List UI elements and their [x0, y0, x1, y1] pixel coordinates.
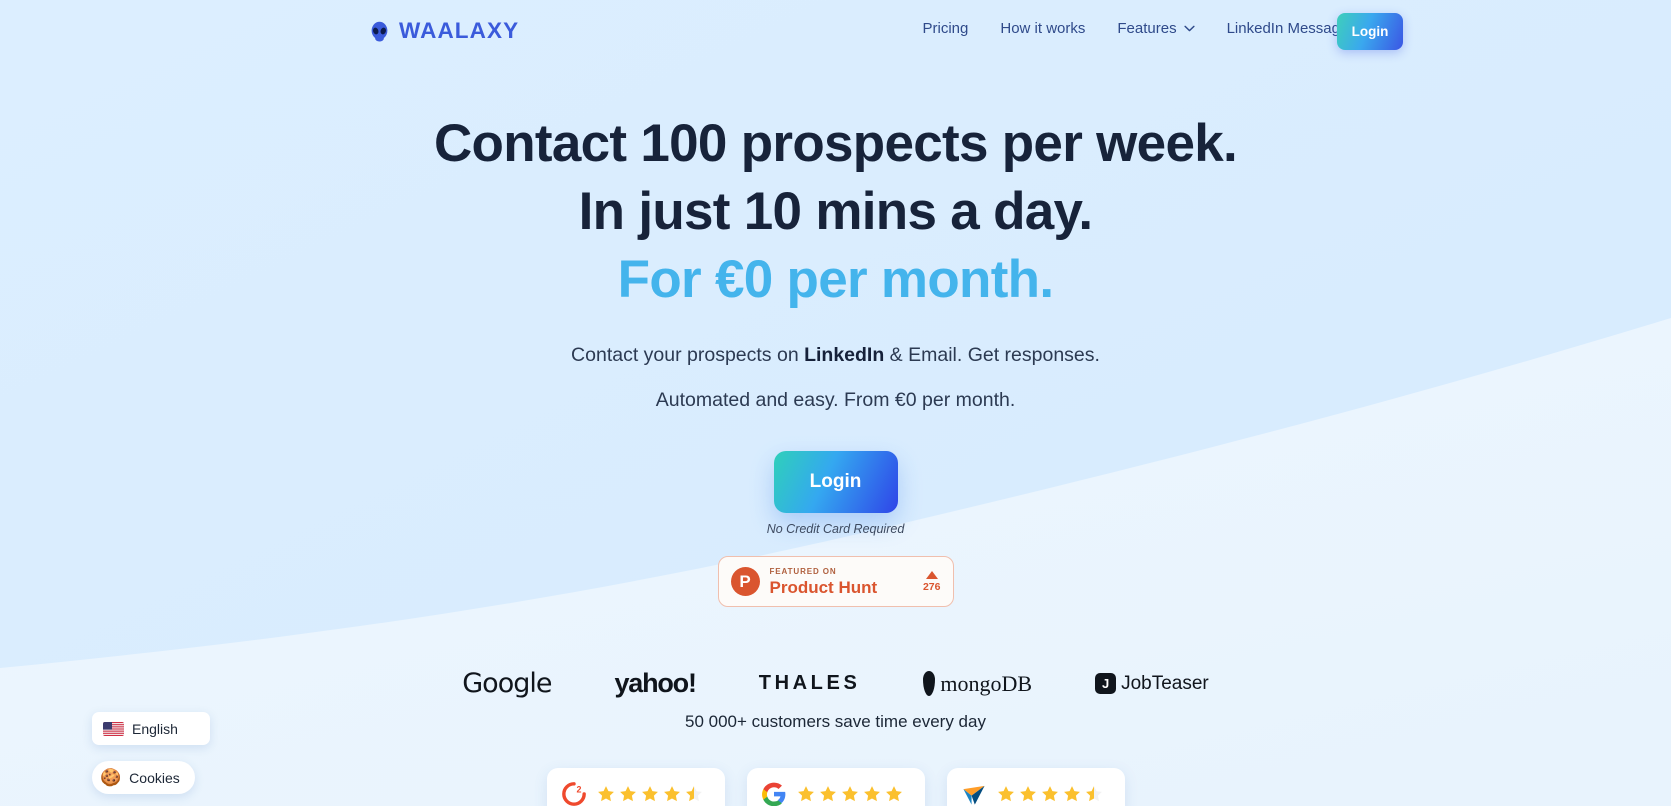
logo-yahoo-label: yahoo!: [614, 668, 697, 698]
google-logo-icon: [761, 782, 785, 806]
upvote-count: 276: [922, 580, 941, 593]
logo-mongodb: mongoDB: [923, 671, 1032, 697]
star-icon: [797, 786, 814, 802]
review-card-google[interactable]: [746, 768, 925, 806]
nav-item-how-it-works[interactable]: How it works: [1000, 20, 1085, 37]
star-icon: [619, 786, 636, 802]
us-flag-icon: [103, 721, 124, 736]
product-hunt-name: Product Hunt: [769, 577, 878, 597]
headline-line-2: In just 10 mins a day.: [578, 182, 1094, 241]
subtitle-text-pre: Contact your prospects on: [571, 344, 805, 366]
login-button-header[interactable]: Login: [1337, 13, 1403, 50]
product-hunt-text: FEATURED ON Product Hunt: [769, 566, 913, 597]
cookies-label: Cookies: [129, 769, 180, 786]
no-credit-card-note: No Credit Card Required: [766, 522, 905, 536]
chevron-down-icon: [1183, 25, 1195, 32]
logo-google-label: Google: [462, 668, 552, 699]
product-hunt-upvotes: 276: [922, 570, 941, 593]
logo-mongodb-label: mongoDB: [940, 670, 1033, 696]
star-icon: [1063, 786, 1080, 802]
nav-item-label: How it works: [1000, 20, 1086, 37]
star-rating-g2: [596, 784, 704, 804]
star-icon: [863, 786, 880, 802]
cookie-icon: 🍪: [100, 768, 122, 787]
product-hunt-logo-icon: P: [730, 567, 760, 596]
star-rating-capterra: [996, 784, 1104, 804]
star-icon: [841, 786, 858, 802]
logo-yahoo: yahoo!: [614, 668, 697, 699]
review-cards-row: 2: [546, 768, 1125, 806]
logo-thales: THALES: [759, 672, 861, 695]
nav-item-pricing[interactable]: Pricing: [923, 20, 969, 37]
star-icon: [1019, 786, 1036, 802]
hero-subtitle-line-2: Automated and easy. From €0 per month.: [655, 389, 1016, 411]
review-card-capterra[interactable]: [946, 768, 1125, 806]
page-title: Contact 100 prospects per week. In just …: [0, 110, 1671, 314]
cookies-button[interactable]: 🍪 Cookies: [92, 761, 195, 794]
nav-item-features[interactable]: Features: [1117, 20, 1195, 37]
subtitle-text-post: & Email. Get responses.: [884, 344, 1100, 366]
nav-item-label: Pricing: [922, 20, 969, 37]
star-rating-google: [796, 784, 904, 804]
login-cta-button[interactable]: Login: [773, 451, 898, 513]
hero-subtitle-line-1: Contact your prospects on LinkedIn & Ema…: [0, 342, 1671, 369]
svg-text:2: 2: [576, 784, 581, 794]
star-icon: [819, 786, 836, 802]
star-icon: [597, 786, 614, 802]
star-half-icon: [1085, 786, 1102, 802]
customer-logos-row: Google yahoo! THALES mongoDB J JobTeaser: [0, 668, 1671, 699]
nav-item-label: Features: [1117, 20, 1177, 37]
alien-head-icon: [371, 21, 388, 41]
capterra-logo-icon: [962, 785, 985, 805]
main-nav: Pricing How it works Features LinkedIn M…: [923, 20, 1385, 37]
star-icon: [885, 786, 902, 802]
star-icon: [663, 786, 680, 802]
subtitle-text-bold: LinkedIn: [804, 344, 885, 366]
g2-logo-icon: 2: [561, 782, 586, 806]
logo-thales-label: THALES: [758, 672, 861, 694]
logo-google: Google: [462, 668, 552, 699]
star-half-icon: [685, 786, 702, 802]
brand-logo[interactable]: WAALAXY: [369, 18, 519, 44]
language-selector[interactable]: English: [92, 712, 210, 745]
upvote-triangle-icon: [925, 570, 938, 579]
site-header: WAALAXY Pricing How it works Features Li…: [0, 0, 1671, 64]
star-icon: [997, 786, 1014, 802]
headline-line-3: For €0 per month.: [617, 250, 1054, 309]
review-card-g2[interactable]: 2: [546, 768, 725, 806]
headline-line-1: Contact 100 prospects per week.: [433, 114, 1238, 173]
product-hunt-badge[interactable]: P FEATURED ON Product Hunt 276: [717, 556, 954, 607]
language-label: English: [132, 720, 178, 737]
star-icon: [641, 786, 658, 802]
customers-count-line: 50 000+ customers save time every day: [685, 712, 986, 731]
mongodb-leaf-icon: [923, 671, 936, 696]
jobteaser-mark-icon: J: [1095, 673, 1117, 694]
brand-wordmark: WAALAXY: [399, 18, 520, 43]
product-hunt-featured-label: FEATURED ON: [769, 566, 837, 576]
star-icon: [1041, 786, 1058, 802]
logo-jobteaser-label: JobTeaser: [1121, 672, 1209, 694]
logo-jobteaser: J JobTeaser: [1095, 673, 1209, 695]
